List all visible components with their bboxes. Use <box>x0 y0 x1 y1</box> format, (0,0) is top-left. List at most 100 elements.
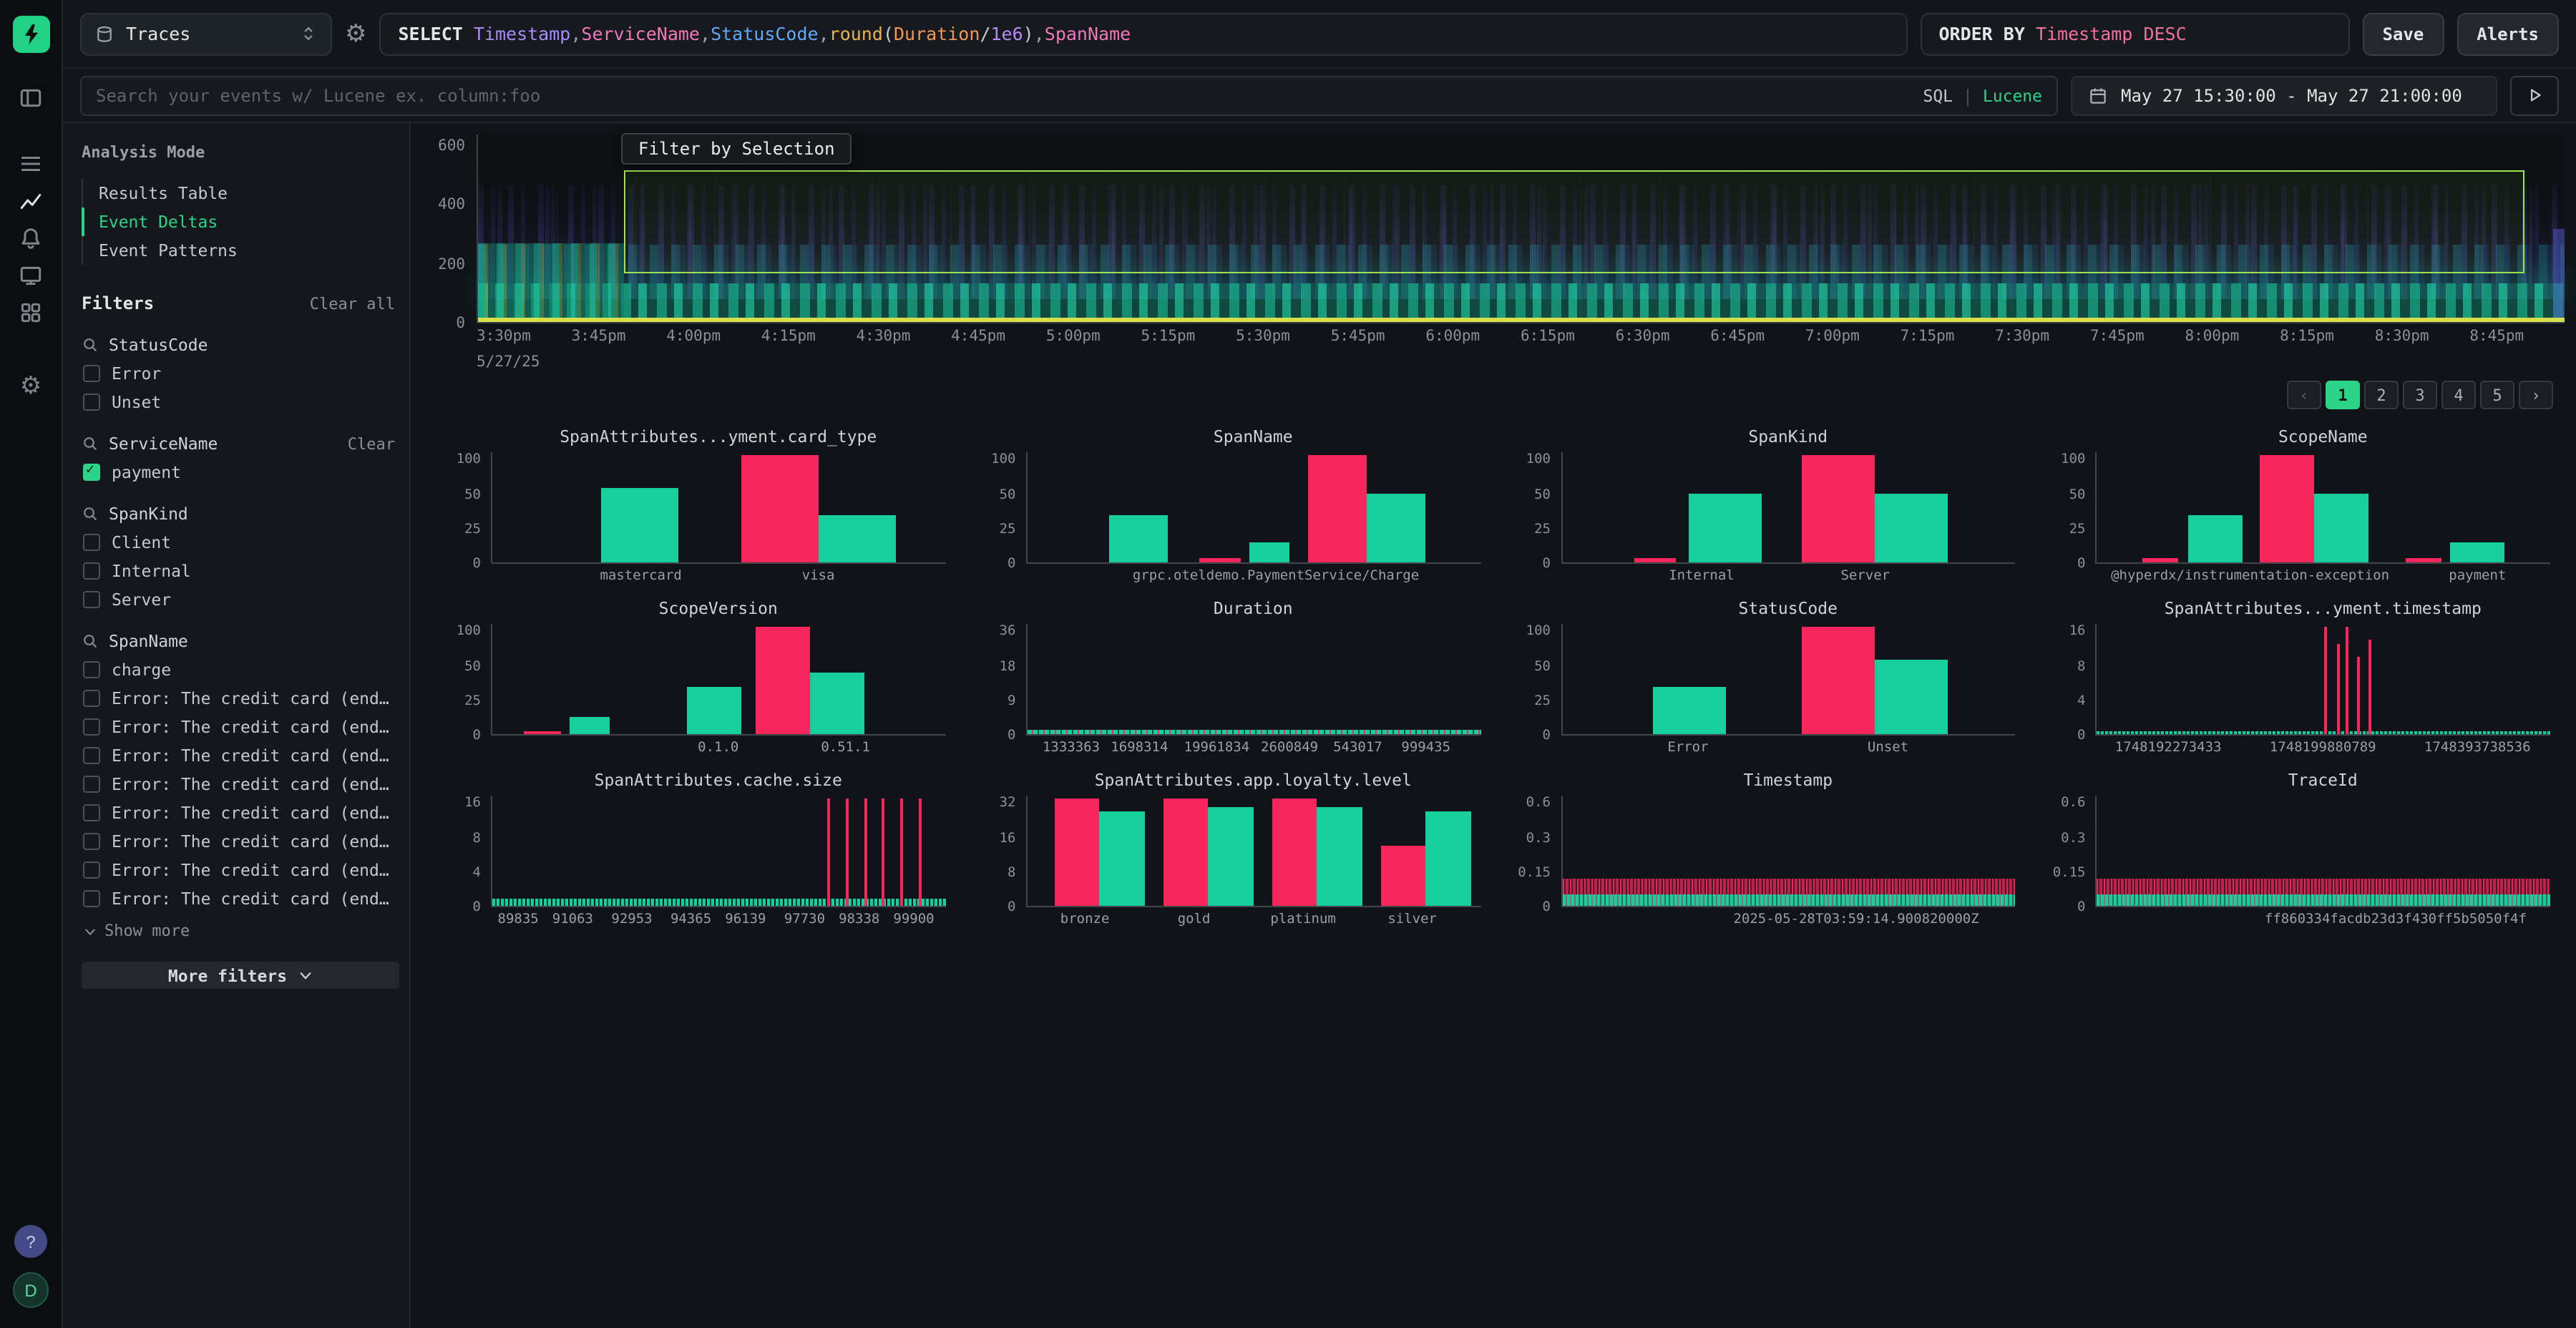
analysis-mode-event-deltas[interactable]: Event Deltas <box>82 208 401 236</box>
page-prev-button[interactable]: ‹ <box>2287 381 2321 409</box>
filter-option[interactable]: Error: The credit card (end… <box>82 889 401 909</box>
x-tick-label: 1333363 <box>1043 740 1100 756</box>
chart-y-axis: 10050250 <box>1509 624 1561 736</box>
chart-plot[interactable] <box>2096 624 2551 736</box>
filter-option[interactable]: charge <box>82 660 401 680</box>
checkbox[interactable] <box>83 661 100 678</box>
chart-plot[interactable] <box>2096 452 2551 564</box>
help-button[interactable]: ? <box>14 1225 47 1258</box>
chart-plot[interactable] <box>1561 452 2016 564</box>
filter-option[interactable]: Server <box>82 590 401 610</box>
search-icon[interactable] <box>82 505 99 522</box>
filter-option[interactable]: payment <box>82 462 401 482</box>
search-icon[interactable] <box>82 435 99 452</box>
filter-clear-link[interactable]: Clear <box>348 434 395 453</box>
chevron-down-icon <box>83 924 97 938</box>
run-query-button[interactable] <box>2510 75 2559 115</box>
sidebar-panel-icon[interactable] <box>9 79 52 116</box>
chart-plot[interactable] <box>2096 796 2551 907</box>
chart-bar <box>2187 514 2242 562</box>
sessions-monitor-icon[interactable] <box>9 256 52 293</box>
checkbox[interactable] <box>83 776 100 793</box>
chart-title: SpanAttributes.app.loyalty.level <box>975 770 1481 791</box>
page-button-4[interactable]: 4 <box>2441 381 2476 409</box>
filter-option[interactable]: Error: The credit card (end… <box>82 717 401 737</box>
alerts-button[interactable]: Alerts <box>2457 12 2559 55</box>
filter-option[interactable]: Internal <box>82 561 401 581</box>
more-filters-button[interactable]: More filters <box>82 962 399 989</box>
chart-bar <box>1381 846 1426 906</box>
chart-plot[interactable] <box>1026 796 1481 907</box>
sql-toggle[interactable]: SQL <box>1923 85 1953 105</box>
chart-bar <box>1308 454 1367 562</box>
filter-option[interactable]: Unset <box>82 392 401 412</box>
source-settings-gear-icon[interactable]: ⚙ <box>345 21 367 46</box>
checkbox[interactable] <box>83 804 100 821</box>
clear-all-link[interactable]: Clear all <box>310 294 395 313</box>
checkbox[interactable] <box>83 718 100 736</box>
search-bar: SQL | Lucene May 27 15:30:00 - May 27 21… <box>63 69 2576 123</box>
page-button-5[interactable]: 5 <box>2480 381 2514 409</box>
search-input[interactable] <box>96 85 1923 105</box>
checkbox[interactable] <box>83 464 100 481</box>
checkbox[interactable] <box>83 562 100 580</box>
chart-plot[interactable] <box>1561 624 2016 736</box>
chart-title: SpanName <box>975 426 1481 448</box>
filter-option[interactable]: Error: The credit card (end… <box>82 860 401 880</box>
order-by-input[interactable]: ORDER BY Timestamp DESC <box>1920 12 2349 55</box>
chart-bar <box>601 487 678 562</box>
search-icon[interactable] <box>82 633 99 650</box>
alerts-bell-icon[interactable] <box>9 219 52 256</box>
x-tick-label: 6:30pm <box>1616 328 1670 345</box>
x-tick-label: payment <box>2449 568 2506 584</box>
analysis-mode-event-patterns[interactable]: Event Patterns <box>82 236 401 265</box>
save-button[interactable]: Save <box>2362 12 2444 55</box>
filter-option[interactable]: Error <box>82 363 401 384</box>
show-more-toggle[interactable]: Show more <box>83 922 401 940</box>
chart-bar <box>1426 812 1471 906</box>
hyperdx-logo[interactable] <box>12 16 49 53</box>
search-icon[interactable] <box>82 336 99 353</box>
checkbox[interactable] <box>83 747 100 764</box>
page-button-1[interactable]: 1 <box>2326 381 2360 409</box>
lucene-toggle[interactable]: Lucene <box>1983 85 2042 105</box>
y-tick-label: 0.15 <box>1518 865 1551 881</box>
checkbox[interactable] <box>83 833 100 850</box>
settings-gear-icon[interactable]: ⚙ <box>9 368 52 405</box>
filter-option[interactable]: Client <box>82 532 401 552</box>
chart-plot[interactable] <box>1561 796 2016 907</box>
checkbox[interactable] <box>83 534 100 551</box>
user-avatar[interactable]: D <box>13 1272 49 1308</box>
filter-option[interactable]: Error: The credit card (end… <box>82 746 401 766</box>
checkbox[interactable] <box>83 591 100 608</box>
page-button-3[interactable]: 3 <box>2403 381 2437 409</box>
chart-plot[interactable] <box>1026 452 1481 564</box>
checkbox[interactable] <box>83 890 100 907</box>
x-tick-label: 91063 <box>552 912 593 927</box>
filter-by-selection-button[interactable]: Filter by Selection <box>621 133 852 165</box>
chart-plot[interactable] <box>491 452 946 564</box>
checkbox[interactable] <box>83 690 100 707</box>
filter-option[interactable]: Error: The credit card (end… <box>82 774 401 794</box>
services-grid-icon[interactable] <box>9 293 52 331</box>
sql-select-input[interactable]: SELECT Timestamp,ServiceName,StatusCode,… <box>380 12 1908 55</box>
filter-option[interactable]: Error: The credit card (end… <box>82 831 401 851</box>
chart-plot[interactable] <box>491 796 946 907</box>
page-button-2[interactable]: 2 <box>2364 381 2399 409</box>
filter-option[interactable]: Error: The credit card (end… <box>82 688 401 708</box>
filter-option[interactable]: Error: The credit card (end… <box>82 803 401 823</box>
checkbox[interactable] <box>83 365 100 382</box>
checkbox[interactable] <box>83 861 100 879</box>
chart-plot[interactable] <box>491 624 946 736</box>
date-range-picker[interactable]: May 27 15:30:00 - May 27 21:00:00 <box>2071 75 2497 115</box>
checkbox[interactable] <box>83 394 100 411</box>
filter-option-label: Error: The credit card (end… <box>112 860 389 880</box>
chart-plot[interactable] <box>1026 624 1481 736</box>
heatmap-plot[interactable]: Filter by Selection <box>477 135 2565 323</box>
selection-rectangle[interactable] <box>624 170 2524 273</box>
analysis-mode-results-table[interactable]: Results Table <box>82 179 401 208</box>
chart-icon[interactable] <box>9 182 52 219</box>
page-next-button[interactable]: › <box>2519 381 2553 409</box>
logs-list-icon[interactable] <box>9 145 52 182</box>
source-select[interactable]: Traces <box>80 12 332 55</box>
